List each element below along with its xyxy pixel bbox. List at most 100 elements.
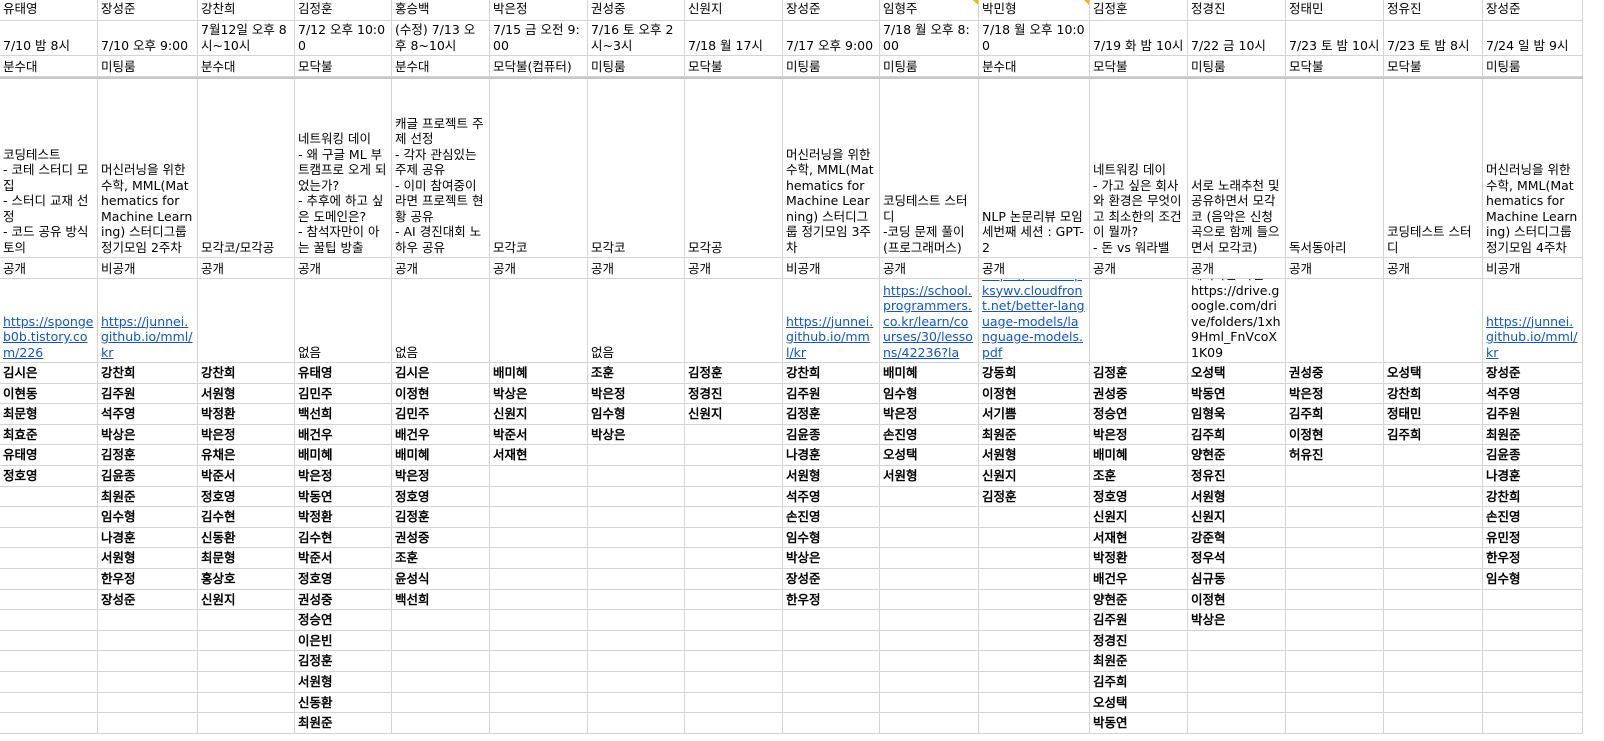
- participant-cell[interactable]: 조훈: [588, 363, 685, 384]
- datetime-cell[interactable]: 7/18 월 오후 8:00: [880, 21, 979, 56]
- participant-cell[interactable]: 박은정: [198, 424, 295, 446]
- participant-cell[interactable]: 김시은: [0, 363, 98, 384]
- participant-cell[interactable]: [1286, 527, 1384, 549]
- participant-cell[interactable]: [880, 672, 979, 693]
- participant-cell[interactable]: 신원지: [1090, 507, 1188, 528]
- participant-cell[interactable]: 김주원: [98, 383, 198, 405]
- link-cell[interactable]: [1384, 279, 1483, 363]
- participant-cell[interactable]: 박동연: [1188, 383, 1286, 405]
- organizer-cell[interactable]: 박민형: [979, 0, 1090, 21]
- visibility-cell[interactable]: 비공개: [783, 258, 880, 279]
- link-cell[interactable]: [685, 279, 783, 363]
- room-cell[interactable]: 모닥불(컴퓨터): [490, 56, 588, 77]
- visibility-cell[interactable]: 공개: [1188, 258, 1286, 279]
- participant-cell[interactable]: [1384, 713, 1483, 734]
- participant-cell[interactable]: 손진영: [783, 507, 880, 528]
- participant-cell[interactable]: 석주영: [783, 486, 880, 508]
- participant-cell[interactable]: [588, 672, 685, 693]
- participant-cell[interactable]: 정승연: [295, 610, 392, 631]
- participant-cell[interactable]: [685, 445, 783, 466]
- participant-cell[interactable]: [1188, 651, 1286, 672]
- participant-cell[interactable]: 오성택: [1384, 363, 1483, 384]
- participant-cell[interactable]: 박상은: [490, 383, 588, 405]
- link-cell[interactable]: https://junnei.github.io/mml/kr: [98, 279, 198, 363]
- topic-cell[interactable]: 코딩테스트 스터디 -코딩 문제 풀이(프로그래머스): [880, 77, 979, 258]
- participant-cell[interactable]: 김주원: [1090, 610, 1188, 631]
- organizer-cell[interactable]: 장성준: [98, 0, 198, 21]
- participant-cell[interactable]: [783, 672, 880, 693]
- participant-cell[interactable]: 이정현: [1286, 424, 1384, 446]
- datetime-cell[interactable]: 7/18 월 오후 10:00: [979, 21, 1090, 56]
- participant-cell[interactable]: [392, 692, 490, 714]
- participant-cell[interactable]: 나경훈: [783, 445, 880, 466]
- participant-cell[interactable]: [1188, 630, 1286, 652]
- participant-cell[interactable]: 임수형: [588, 404, 685, 425]
- participant-cell[interactable]: [490, 589, 588, 611]
- participant-cell[interactable]: 최원준: [295, 713, 392, 734]
- link-cell[interactable]: [1286, 279, 1384, 363]
- participant-cell[interactable]: [588, 445, 685, 466]
- datetime-cell[interactable]: 7/10 오후 9:00: [98, 21, 198, 56]
- participant-cell[interactable]: [783, 713, 880, 734]
- participant-cell[interactable]: 박은정: [295, 466, 392, 487]
- participant-cell[interactable]: 이정현: [979, 383, 1090, 405]
- participant-cell[interactable]: 김윤종: [1483, 445, 1583, 466]
- organizer-cell[interactable]: 김정훈: [295, 0, 392, 21]
- participant-cell[interactable]: 권성중: [392, 527, 490, 549]
- participant-cell[interactable]: 김주희: [1384, 424, 1483, 446]
- topic-cell[interactable]: 머신러닝을 위한 수학, MML(Mathematics for Machine…: [98, 77, 198, 258]
- organizer-cell[interactable]: 홍승백: [392, 0, 490, 21]
- participant-cell[interactable]: [1286, 630, 1384, 652]
- participant-cell[interactable]: [0, 589, 98, 611]
- datetime-cell[interactable]: 7/23 토 밤 8시: [1384, 21, 1483, 56]
- participant-cell[interactable]: 박상은: [1188, 610, 1286, 631]
- participant-cell[interactable]: 김주원: [1483, 404, 1583, 425]
- participant-cell[interactable]: 한우정: [783, 589, 880, 611]
- participant-cell[interactable]: 정호영: [0, 466, 98, 487]
- topic-cell[interactable]: NLP 논문리뷰 모임 세번째 세션 : GPT-2: [979, 77, 1090, 258]
- participant-cell[interactable]: [490, 692, 588, 714]
- participant-cell[interactable]: 김정훈: [1090, 363, 1188, 384]
- participant-cell[interactable]: [783, 610, 880, 631]
- datetime-cell[interactable]: 7/18 월 17시: [685, 21, 783, 56]
- participant-cell[interactable]: [685, 466, 783, 487]
- room-cell[interactable]: 분수대: [979, 56, 1090, 77]
- participant-cell[interactable]: [490, 630, 588, 652]
- participant-cell[interactable]: 박정환: [295, 507, 392, 528]
- participant-cell[interactable]: [1483, 672, 1583, 693]
- organizer-cell[interactable]: 정유진: [1384, 0, 1483, 21]
- participant-cell[interactable]: [198, 713, 295, 734]
- participant-cell[interactable]: [1384, 486, 1483, 508]
- participant-cell[interactable]: [1483, 651, 1583, 672]
- participant-cell[interactable]: 박준서: [490, 424, 588, 446]
- participant-cell[interactable]: [490, 651, 588, 672]
- participant-cell[interactable]: 장성준: [98, 589, 198, 611]
- participant-cell[interactable]: 백선희: [392, 589, 490, 611]
- room-cell[interactable]: 미팅룸: [98, 56, 198, 77]
- participant-cell[interactable]: [588, 466, 685, 487]
- link-cell[interactable]: 없음: [392, 279, 490, 363]
- organizer-cell[interactable]: 정태민: [1286, 0, 1384, 21]
- participant-cell[interactable]: [392, 672, 490, 693]
- participant-cell[interactable]: 나경훈: [1483, 466, 1583, 487]
- participant-cell[interactable]: [1286, 486, 1384, 508]
- participant-cell[interactable]: 김윤종: [783, 424, 880, 446]
- participant-cell[interactable]: 유태영: [295, 363, 392, 384]
- participant-cell[interactable]: 정유진: [1188, 466, 1286, 487]
- visibility-cell[interactable]: 공개: [588, 258, 685, 279]
- link-cell[interactable]: https://spongeb0b.tistory.com/226: [0, 279, 98, 363]
- participant-cell[interactable]: 이현동: [0, 383, 98, 405]
- visibility-cell[interactable]: 공개: [1090, 258, 1188, 279]
- participant-cell[interactable]: [880, 651, 979, 672]
- participant-cell[interactable]: [1286, 610, 1384, 631]
- participant-cell[interactable]: 유태영: [0, 445, 98, 466]
- visibility-cell[interactable]: 비공개: [1483, 258, 1583, 279]
- participant-cell[interactable]: 한우정: [98, 569, 198, 590]
- room-cell[interactable]: 모닥불: [1090, 56, 1188, 77]
- participant-cell[interactable]: [1286, 569, 1384, 590]
- datetime-cell[interactable]: 7월12일 오후 8시~10시: [198, 21, 295, 56]
- datetime-cell[interactable]: 7/17 오후 9:00: [783, 21, 880, 56]
- participant-cell[interactable]: 최원준: [98, 486, 198, 508]
- participant-cell[interactable]: 서원형: [880, 466, 979, 487]
- participant-cell[interactable]: 신원지: [198, 589, 295, 611]
